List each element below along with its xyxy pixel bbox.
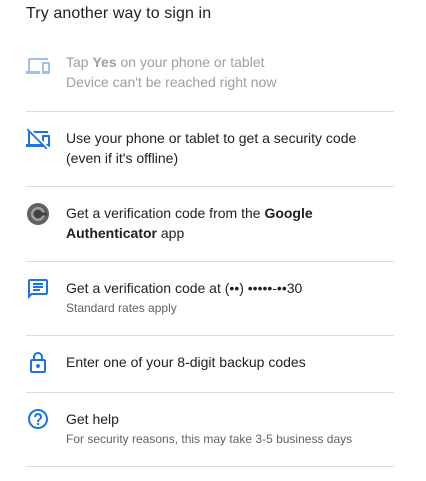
option-get-help[interactable]: Get help For security reasons, this may … xyxy=(26,393,394,467)
option-offline-code[interactable]: Use your phone or tablet to get a securi… xyxy=(26,112,394,187)
lock-icon xyxy=(26,351,50,375)
option-sms-code-label: Get a verification code at (••) •••••-••… xyxy=(66,280,303,296)
page-title: Try another way to sign in xyxy=(26,5,212,22)
option-offline-code-label: Use your phone or tablet to get a securi… xyxy=(66,130,357,166)
sms-icon xyxy=(26,277,50,301)
option-tap-yes[interactable]: Tap Yes on your phone or tablet Device c… xyxy=(26,46,394,112)
option-authenticator[interactable]: Get a verification code from the Google … xyxy=(26,187,394,262)
option-backup-codes-label: Enter one of your 8-digit backup codes xyxy=(66,354,306,370)
phonelink-off-icon xyxy=(26,127,50,151)
option-get-help-label: Get help xyxy=(66,411,119,427)
help-icon xyxy=(26,407,50,431)
option-tap-yes-text: Tap Yes on your phone or tablet Device c… xyxy=(66,52,394,92)
option-authenticator-label: Get a verification code from the Google … xyxy=(66,205,313,241)
option-backup-codes[interactable]: Enter one of your 8-digit backup codes xyxy=(26,336,394,393)
authenticator-icon xyxy=(26,202,50,226)
option-sms-code-note: Standard rates apply xyxy=(66,301,177,315)
devices-icon xyxy=(26,54,50,78)
option-tap-yes-status: Device can't be reached right now xyxy=(66,74,277,90)
option-sms-code[interactable]: Get a verification code at (••) •••••-••… xyxy=(26,262,394,336)
sign-in-options-page: Try another way to sign in Tap Yes on yo… xyxy=(0,0,426,481)
option-tap-yes-label: Tap Yes on your phone or tablet xyxy=(66,54,265,70)
option-get-help-note: For security reasons, this may take 3-5 … xyxy=(66,432,353,446)
